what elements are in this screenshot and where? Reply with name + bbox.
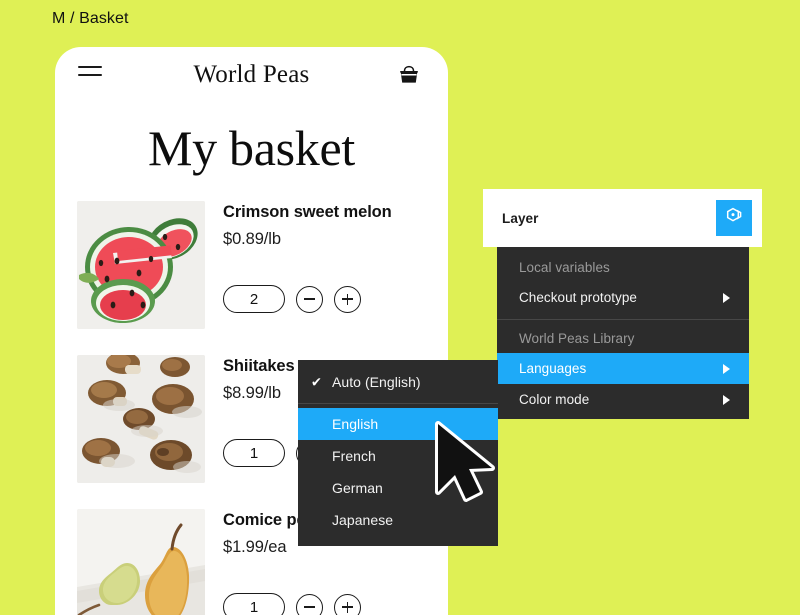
menu-divider (497, 319, 749, 320)
shopping-basket-icon[interactable] (397, 63, 421, 87)
product-info: Crimson sweet melon $0.89/lb 2 (205, 201, 426, 329)
component-variables-icon (724, 206, 744, 231)
menu-item-label: Checkout prototype (519, 290, 637, 305)
breadcrumb: M / Basket (52, 10, 129, 27)
language-option-german[interactable]: German (298, 472, 498, 504)
minus-icon (304, 606, 315, 608)
quantity-value[interactable]: 2 (223, 285, 285, 313)
menu-item-label: Color mode (519, 392, 590, 407)
chevron-right-icon (723, 394, 730, 405)
basket-item-row[interactable]: Crimson sweet melon $0.89/lb 2 (55, 201, 448, 329)
product-price: $0.89/lb (223, 230, 281, 248)
language-option-label: English (332, 416, 379, 432)
menu-item-checkout-prototype[interactable]: Checkout prototype (497, 282, 749, 313)
page-title: My basket (148, 120, 355, 176)
language-option-label: German (332, 480, 383, 496)
increase-quantity-button[interactable] (334, 285, 361, 313)
product-image-pears (77, 509, 205, 615)
product-image-melon (77, 201, 205, 329)
brand-title: World Peas (193, 61, 310, 88)
product-name: Crimson sweet melon (223, 203, 392, 221)
plus-icon-v (346, 601, 349, 613)
app-header: World Peas (55, 47, 448, 103)
plus-icon-v (346, 293, 349, 305)
language-option-english[interactable]: English (298, 408, 498, 440)
layer-context-menu: Local variables Checkout prototype World… (497, 237, 749, 419)
minus-icon (304, 298, 315, 300)
language-option-french[interactable]: French (298, 440, 498, 472)
decrease-quantity-button[interactable] (296, 285, 323, 313)
checkmark-icon: ✔ (311, 374, 322, 390)
component-variables-button[interactable] (716, 200, 752, 236)
hamburger-bar-1 (78, 66, 102, 68)
chevron-right-icon (723, 363, 730, 374)
increase-quantity-button[interactable] (334, 593, 361, 615)
quantity-controls: 1 (223, 593, 426, 615)
quantity-controls: 2 (223, 285, 426, 313)
quantity-value[interactable]: 1 (223, 593, 285, 615)
hamburger-bar-2 (78, 73, 102, 76)
languages-submenu: ✔ Auto (English) English French German J… (298, 360, 498, 546)
menu-item-color-mode[interactable]: Color mode (497, 384, 749, 415)
language-option-auto[interactable]: ✔ Auto (English) (298, 366, 498, 398)
language-option-label: Auto (English) (332, 374, 421, 390)
quantity-value[interactable]: 1 (223, 439, 285, 467)
language-option-japanese[interactable]: Japanese (298, 504, 498, 536)
product-image-shiitakes (77, 355, 205, 483)
layer-toolbar: Layer (483, 189, 762, 247)
menu-item-label: Languages (519, 361, 587, 376)
menu-item-languages[interactable]: Languages (497, 353, 749, 384)
layer-label: Layer (502, 210, 539, 226)
chevron-right-icon (723, 292, 730, 303)
language-option-label: Japanese (332, 512, 394, 528)
language-menu-divider (298, 403, 498, 404)
menu-section-world-peas-library: World Peas Library (519, 331, 635, 346)
menu-section-local-variables: Local variables (519, 260, 610, 275)
language-option-label: French (332, 448, 376, 464)
hamburger-menu-icon[interactable] (78, 66, 102, 82)
decrease-quantity-button[interactable] (296, 593, 323, 615)
